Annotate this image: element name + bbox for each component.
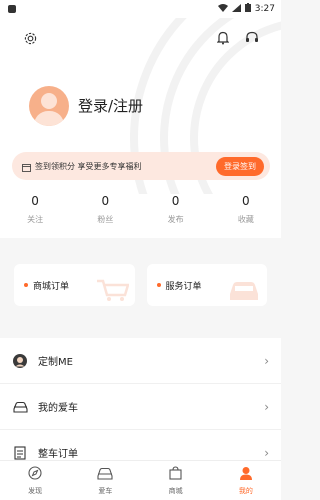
calendar-icon	[22, 157, 31, 176]
stats-row: 0 关注 0 粉丝 0 发布 0 收藏	[0, 194, 281, 230]
shopping-cart-icon	[95, 278, 130, 302]
stat-label: 收藏	[237, 215, 254, 224]
chevron-right-icon: ›	[264, 445, 269, 460]
menu-item-label: 整车订单	[38, 449, 78, 460]
tab-label: 发现	[28, 487, 43, 495]
person-icon	[239, 465, 253, 484]
menu-item-label: 定制ME	[38, 357, 73, 368]
notification-icon	[8, 5, 16, 13]
chevron-right-icon: ›	[264, 399, 269, 414]
battery-icon	[244, 3, 251, 15]
bottom-tab-bar: 发现 爱车 商城 我的	[0, 460, 281, 500]
service-orders-card[interactable]: 服务订单	[146, 264, 267, 306]
avatar-body	[34, 111, 64, 126]
tab-label: 爱车	[98, 487, 113, 495]
stat-posts[interactable]: 0 发布	[141, 194, 211, 230]
car-icon	[12, 399, 28, 415]
bell-icon[interactable]	[213, 28, 233, 48]
stat-value: 0	[242, 194, 250, 208]
card-label: 商城订单	[33, 281, 70, 292]
tab-mall[interactable]: 商城	[141, 461, 211, 500]
stat-label: 关注	[27, 215, 44, 224]
bullet-dot	[156, 283, 161, 287]
compass-icon	[28, 465, 42, 484]
order-cards: 商城订单 服务订单	[14, 264, 267, 306]
avatar[interactable]	[29, 86, 69, 126]
stat-fans[interactable]: 0 粉丝	[70, 194, 140, 230]
tab-label: 我的	[238, 487, 253, 495]
signin-button[interactable]: 登录签到	[216, 156, 264, 176]
login-register-link[interactable]: 登录/注册	[78, 95, 143, 116]
menu-list: 定制ME › 我的爱车 › 整车订单 ›	[0, 338, 281, 476]
stat-value: 0	[31, 194, 39, 208]
car-service-icon	[227, 278, 261, 302]
tab-label: 商城	[168, 487, 183, 495]
card-label: 服务订单	[165, 281, 202, 292]
avatar-head	[41, 93, 57, 109]
status-bar: 3:27	[0, 0, 281, 18]
chevron-right-icon: ›	[264, 353, 269, 368]
avatar-icon	[12, 353, 28, 369]
stat-favorites[interactable]: 0 收藏	[211, 194, 281, 230]
menu-item-my-car[interactable]: 我的爱车 ›	[0, 384, 281, 430]
signin-banner-text: 签到领积分 享受更多专享福利	[35, 161, 142, 171]
tab-car[interactable]: 爱车	[70, 461, 140, 500]
settings-icon[interactable]	[20, 28, 40, 48]
clock-text: 3:27	[254, 4, 275, 14]
headset-icon[interactable]	[242, 28, 262, 48]
wifi-icon	[217, 3, 228, 15]
tab-discover[interactable]: 发现	[0, 461, 70, 500]
bag-icon	[169, 465, 182, 484]
stat-label: 粉丝	[97, 215, 114, 224]
tab-mine[interactable]: 我的	[211, 461, 281, 500]
stat-value: 0	[171, 194, 180, 208]
signin-banner[interactable]: 签到领积分 享受更多专享福利 登录签到	[12, 152, 270, 180]
menu-item-customize-me[interactable]: 定制ME ›	[0, 338, 281, 384]
stat-follow[interactable]: 0 关注	[0, 194, 70, 230]
signal-icon	[231, 3, 241, 15]
stat-label: 发布	[167, 215, 184, 224]
menu-item-label: 我的爱车	[38, 403, 78, 414]
order-icon	[12, 445, 28, 461]
bullet-dot	[24, 283, 28, 287]
top-bar	[0, 26, 281, 50]
mall-orders-card[interactable]: 商城订单	[14, 264, 135, 306]
car-icon	[97, 465, 113, 484]
stat-value: 0	[101, 194, 110, 208]
